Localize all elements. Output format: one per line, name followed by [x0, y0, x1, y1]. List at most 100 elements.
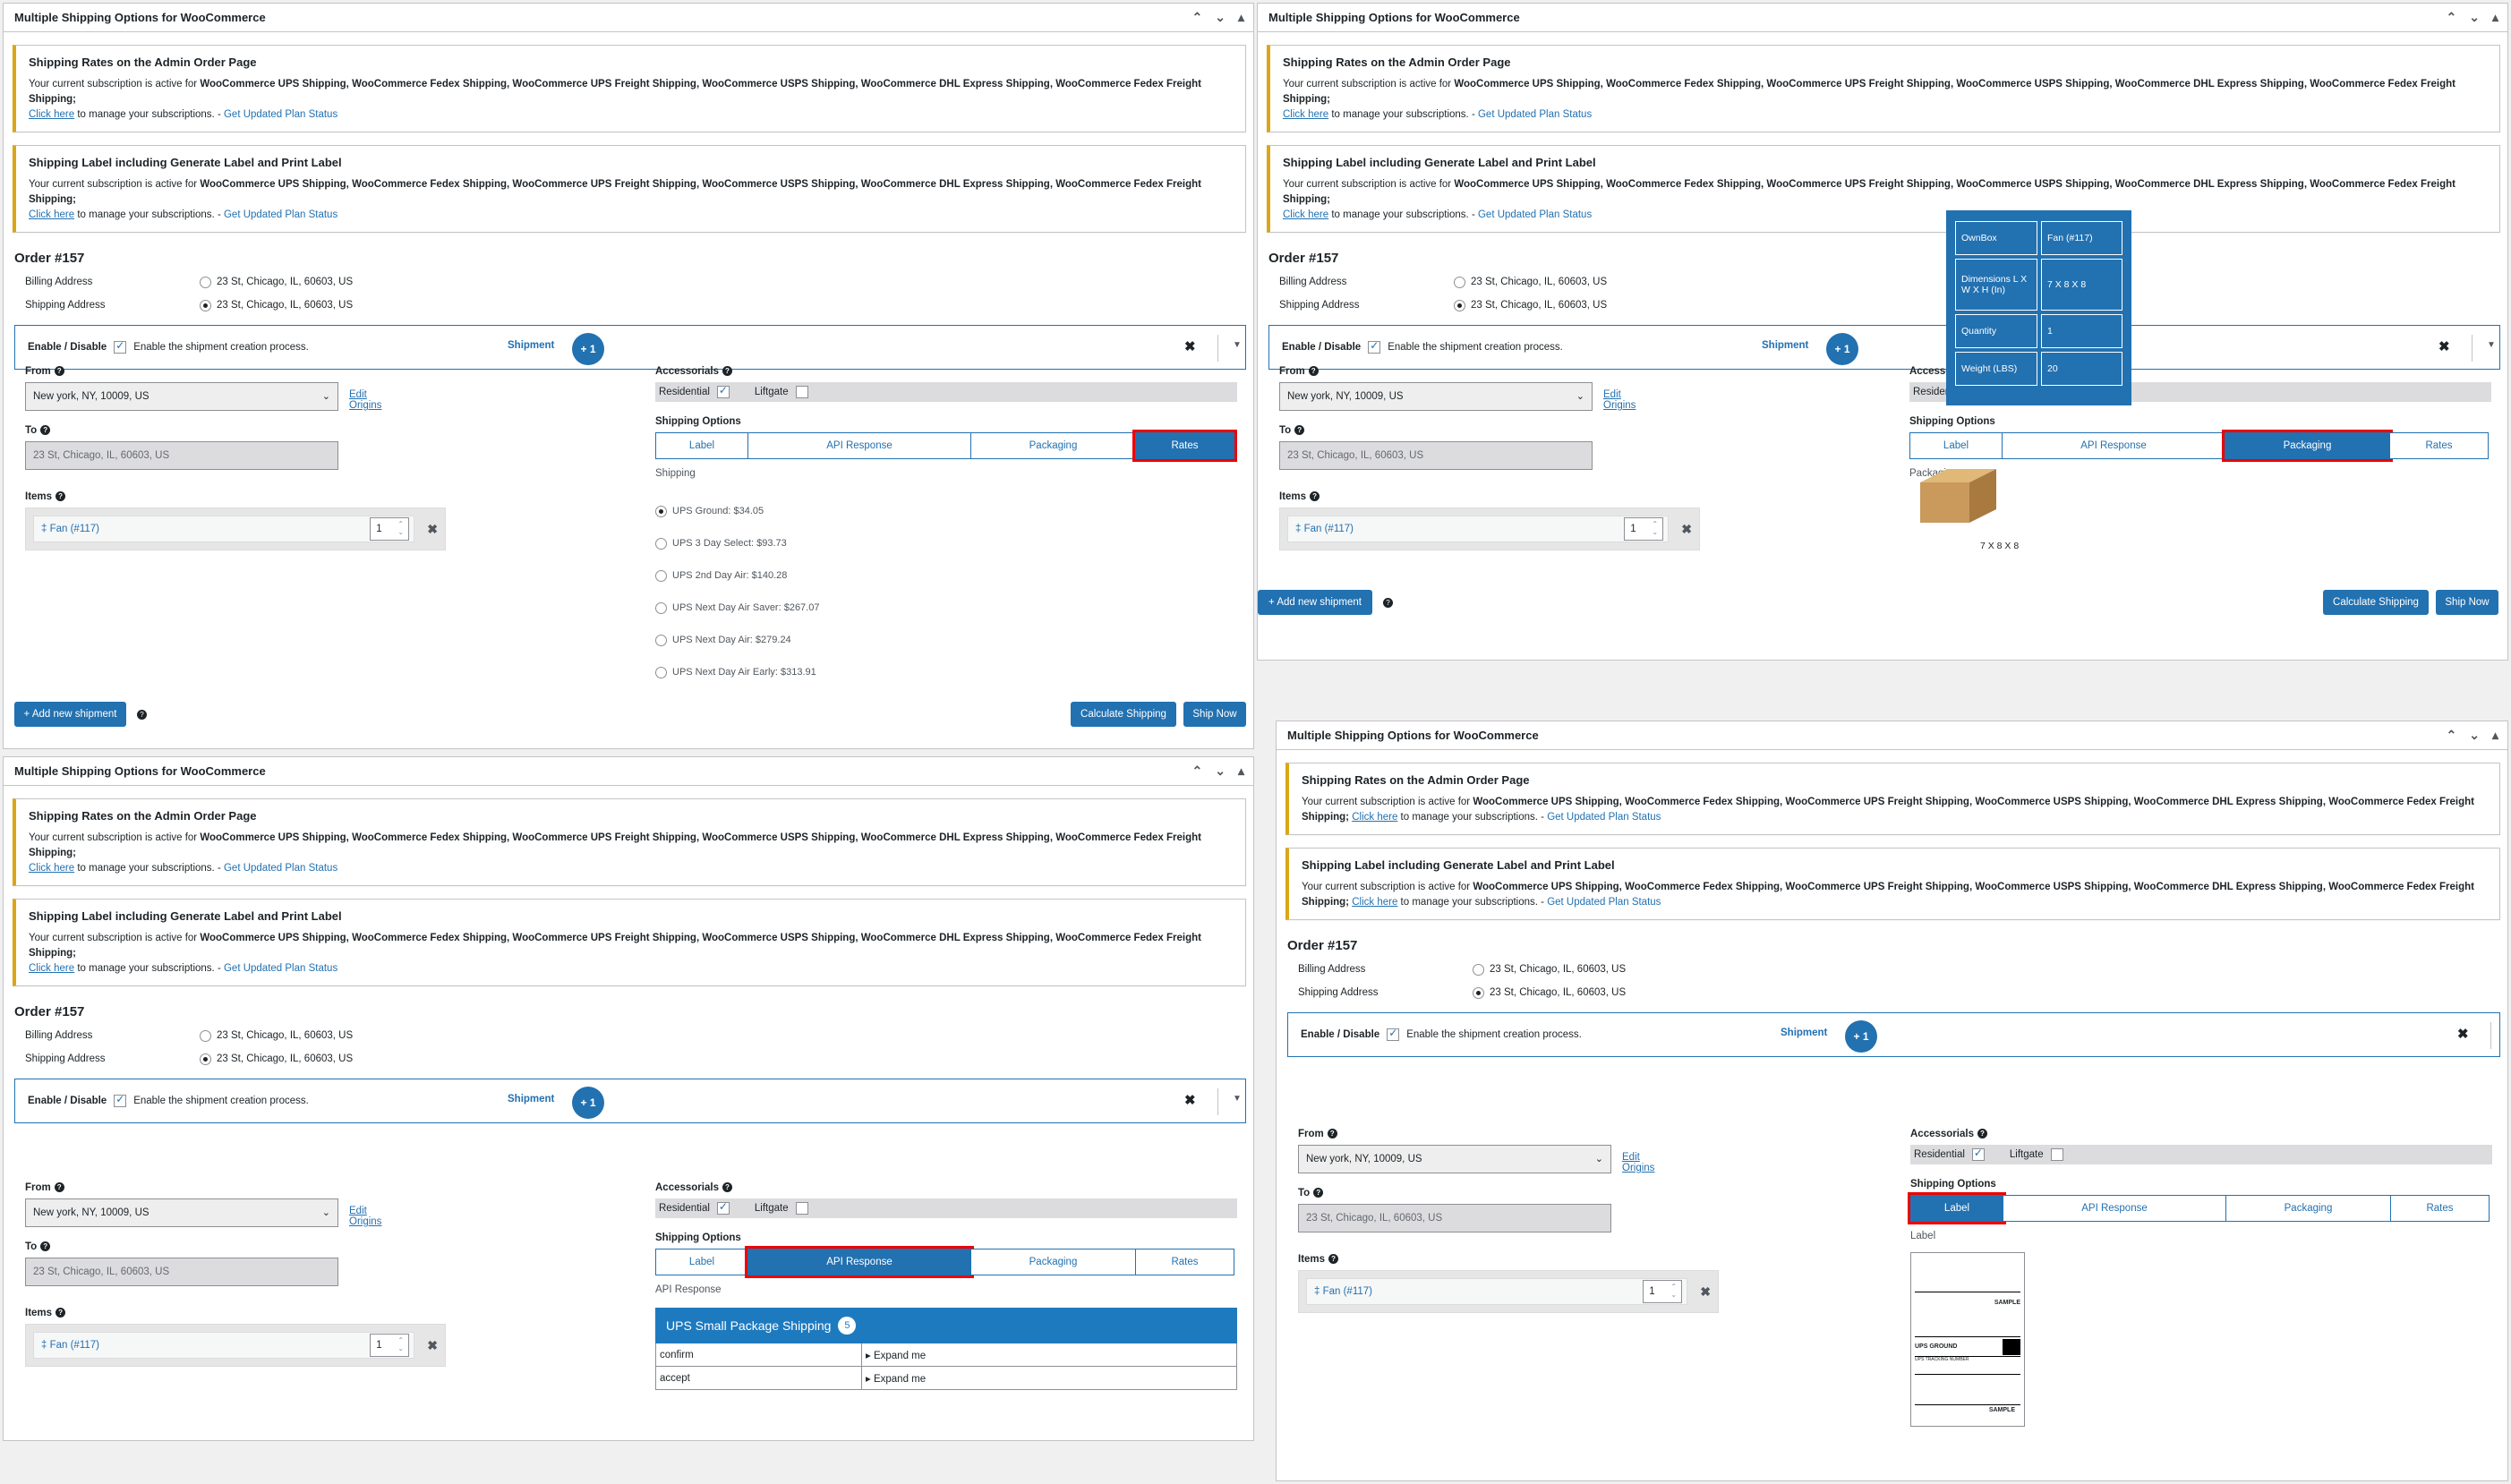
tab-rates[interactable]: Rates: [2389, 432, 2489, 459]
tab-label[interactable]: Label: [1909, 432, 2003, 459]
tab-label[interactable]: Label: [655, 432, 748, 459]
shipment-badge[interactable]: + 1: [572, 1087, 604, 1119]
tab-rates[interactable]: Rates: [2390, 1195, 2490, 1222]
enable-checkbox[interactable]: [114, 339, 127, 354]
api-row[interactable]: accept ▸ Expand me: [655, 1367, 1237, 1390]
chevron-down-icon[interactable]: ▼: [1233, 1094, 1242, 1104]
liftgate-checkbox[interactable]: [795, 1202, 808, 1215]
manage-subscription-link[interactable]: Click here: [29, 109, 74, 120]
quantity-stepper[interactable]: 1: [370, 1334, 410, 1357]
add-shipment-button[interactable]: + Add new shipment: [1258, 590, 1372, 615]
remove-item-icon[interactable]: ✖: [427, 522, 438, 537]
api-row[interactable]: confirm ▸ Expand me: [655, 1343, 1237, 1367]
shipment-badge[interactable]: + 1: [1845, 1020, 1877, 1053]
tab-rates[interactable]: Rates: [1132, 430, 1237, 462]
manage-subscription-link[interactable]: Click here: [29, 209, 74, 220]
manage-subscription-link[interactable]: Click here: [29, 963, 74, 974]
plan-status-link[interactable]: Get Updated Plan Status: [224, 963, 337, 974]
move-down-icon[interactable]: ⌄: [2469, 10, 2480, 25]
item-chip[interactable]: ‡ Fan (#117): [1306, 1278, 1688, 1305]
edit-origins-link[interactable]: Edit Origins: [1622, 1152, 1654, 1173]
billing-radio[interactable]: [200, 276, 211, 288]
chevron-down-icon[interactable]: ▼: [1233, 340, 1242, 350]
tab-label[interactable]: Label: [655, 1249, 748, 1275]
edit-origins-link[interactable]: Edit Origins: [1603, 389, 1636, 411]
shipment-badge[interactable]: + 1: [1826, 333, 1858, 365]
enable-checkbox[interactable]: [1387, 1027, 1400, 1041]
api-expand[interactable]: ▸ Expand me: [862, 1343, 926, 1366]
close-icon[interactable]: ✖: [1184, 338, 1196, 354]
shipping-radio[interactable]: [200, 1053, 211, 1065]
billing-radio[interactable]: [1473, 963, 1484, 976]
tab-api-response[interactable]: API Response: [747, 432, 971, 459]
collapse-icon[interactable]: ▴: [1238, 10, 1244, 25]
from-select[interactable]: New york, NY, 10009, US ⌄: [1279, 382, 1593, 411]
tab-rates[interactable]: Rates: [1135, 1249, 1234, 1275]
edit-origins-link[interactable]: Edit Origins: [349, 1206, 381, 1227]
shipping-label-preview[interactable]: SAMPLE UPS GROUND UPS TRACKING NUMBER SA…: [1910, 1252, 2025, 1427]
plan-status-link[interactable]: Get Updated Plan Status: [1547, 897, 1661, 908]
shipping-radio[interactable]: [200, 299, 211, 311]
plan-status-link[interactable]: Get Updated Plan Status: [224, 863, 337, 874]
remove-item-icon[interactable]: ✖: [1681, 522, 1692, 537]
manage-subscription-link[interactable]: Click here: [1283, 209, 1328, 220]
rate-radio[interactable]: [655, 505, 667, 517]
ship-now-button[interactable]: Ship Now: [1183, 702, 1246, 727]
close-icon[interactable]: ✖: [2457, 1026, 2469, 1042]
chevron-down-icon[interactable]: ▼: [2487, 340, 2496, 350]
plan-status-link[interactable]: Get Updated Plan Status: [1547, 812, 1661, 823]
calculate-shipping-button[interactable]: Calculate Shipping: [2323, 590, 2429, 615]
item-chip[interactable]: ‡ Fan (#117): [33, 516, 415, 542]
from-select[interactable]: New york, NY, 10009, US ⌄: [1298, 1145, 1611, 1173]
collapse-icon[interactable]: ▴: [1238, 763, 1244, 779]
liftgate-checkbox[interactable]: [2050, 1148, 2063, 1161]
manage-subscription-link[interactable]: Click here: [1283, 109, 1328, 120]
rate-radio[interactable]: [655, 666, 667, 678]
from-select[interactable]: New york, NY, 10009, US ⌄: [25, 1198, 338, 1227]
tab-api-response[interactable]: API Response: [2003, 1195, 2226, 1222]
shipment-badge[interactable]: + 1: [572, 333, 604, 365]
move-up-icon[interactable]: ⌃: [1192, 10, 1203, 25]
quantity-stepper[interactable]: 1: [370, 517, 410, 541]
edit-origins-link[interactable]: Edit Origins: [349, 389, 381, 411]
enable-checkbox[interactable]: [1368, 339, 1381, 354]
plan-status-link[interactable]: Get Updated Plan Status: [1478, 209, 1592, 220]
plan-status-link[interactable]: Get Updated Plan Status: [224, 109, 337, 120]
api-header[interactable]: UPS Small Package Shipping 5: [655, 1308, 1237, 1343]
move-down-icon[interactable]: ⌄: [1215, 10, 1226, 25]
tab-label[interactable]: Label: [1908, 1192, 2006, 1224]
residential-checkbox[interactable]: [716, 384, 730, 398]
remove-item-icon[interactable]: ✖: [1700, 1284, 1711, 1300]
tab-packaging[interactable]: Packaging: [2225, 1195, 2391, 1222]
move-up-icon[interactable]: ⌃: [2447, 10, 2457, 25]
tab-api-response[interactable]: API Response: [2002, 432, 2225, 459]
quantity-stepper[interactable]: 1: [1643, 1280, 1683, 1303]
chevron-down-icon[interactable]: ▼: [2506, 1028, 2507, 1037]
close-icon[interactable]: ✖: [2438, 338, 2450, 354]
calculate-shipping-button[interactable]: Calculate Shipping: [1071, 702, 1176, 727]
tab-packaging[interactable]: Packaging: [970, 432, 1136, 459]
ship-now-button[interactable]: Ship Now: [2436, 590, 2498, 615]
move-down-icon[interactable]: ⌄: [2469, 728, 2480, 743]
api-expand[interactable]: ▸ Expand me: [862, 1367, 926, 1389]
residential-checkbox[interactable]: [716, 1200, 730, 1215]
move-up-icon[interactable]: ⌃: [1192, 763, 1203, 779]
close-icon[interactable]: ✖: [1184, 1092, 1196, 1108]
plan-status-link[interactable]: Get Updated Plan Status: [1478, 109, 1592, 120]
manage-subscription-link[interactable]: Click here: [29, 863, 74, 874]
rate-radio[interactable]: [655, 537, 667, 550]
tab-packaging[interactable]: Packaging: [2222, 430, 2393, 462]
rate-radio[interactable]: [655, 569, 667, 582]
billing-radio[interactable]: [1454, 276, 1465, 288]
tab-packaging[interactable]: Packaging: [970, 1249, 1136, 1275]
manage-subscription-link[interactable]: Click here: [1352, 897, 1397, 908]
collapse-icon[interactable]: ▴: [2492, 728, 2498, 743]
remove-item-icon[interactable]: ✖: [427, 1338, 438, 1353]
shipping-radio[interactable]: [1473, 986, 1484, 999]
manage-subscription-link[interactable]: Click here: [1352, 812, 1397, 823]
billing-radio[interactable]: [200, 1029, 211, 1042]
enable-checkbox[interactable]: [114, 1093, 127, 1107]
tab-api-response[interactable]: API Response: [745, 1246, 974, 1278]
add-shipment-button[interactable]: + Add new shipment: [14, 702, 126, 727]
move-down-icon[interactable]: ⌄: [1215, 763, 1226, 779]
